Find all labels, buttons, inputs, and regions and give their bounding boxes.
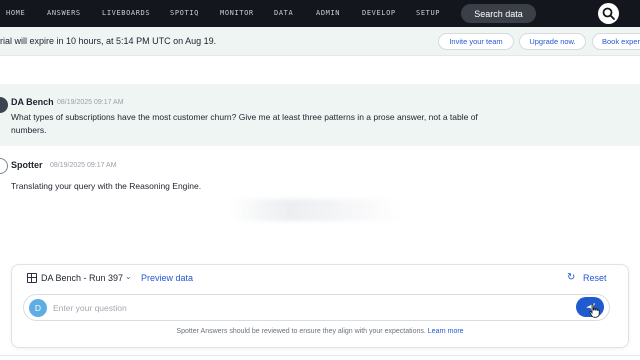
nav-item-liveboards[interactable]: LIVEBOARDS xyxy=(102,9,150,17)
trial-banner: rial will expire in 10 hours, at 5:14 PM… xyxy=(0,27,640,56)
nav-item-answers[interactable]: ANSWERS xyxy=(47,9,81,17)
book-expert-button[interactable]: Book exper xyxy=(592,33,640,50)
disclaimer-text: Spotter Answers should be reviewed to en… xyxy=(0,328,640,335)
loading-shimmer xyxy=(228,199,403,221)
user-avatar: D xyxy=(29,299,47,317)
trial-expiry-text: rial will expire in 10 hours, at 5:14 PM… xyxy=(0,36,217,46)
divider xyxy=(0,355,640,356)
table-icon xyxy=(27,273,37,283)
nav-item-monitor[interactable]: MONITOR xyxy=(220,9,254,17)
nav-item-data[interactable]: DATA xyxy=(274,9,293,17)
nav-item-admin[interactable]: ADMIN xyxy=(316,9,340,17)
question-input[interactable] xyxy=(53,301,553,315)
user-author-name: DA Bench xyxy=(11,97,54,107)
spotter-author-name: Spotter xyxy=(11,160,43,170)
datasource-selector[interactable]: DA Bench - Run 397 xyxy=(41,273,123,283)
spotter-timestamp: 08/19/2025 09:17 AM xyxy=(50,162,117,169)
learn-more-link[interactable]: Learn more xyxy=(428,328,464,335)
nav-item-home[interactable]: HOME xyxy=(6,9,25,17)
disclaimer-message: Spotter Answers should be reviewed to en… xyxy=(176,328,426,335)
top-navigation-bar: HOME ANSWERS LIVEBOARDS SPOTIQ MONITOR D… xyxy=(0,0,640,27)
user-message-line-1: What types of subscriptions have the mos… xyxy=(11,112,478,122)
search-icon[interactable] xyxy=(598,3,619,24)
chevron-down-icon[interactable]: ⌄ xyxy=(125,272,132,281)
preview-data-link[interactable]: Preview data xyxy=(141,273,193,283)
upgrade-now-button[interactable]: Upgrade now. xyxy=(519,33,586,50)
nav-item-setup[interactable]: SETUP xyxy=(416,9,440,17)
user-message-line-2: numbers. xyxy=(11,125,47,135)
spotter-avatar xyxy=(0,158,8,174)
spotter-message-text: Translating your query with the Reasonin… xyxy=(11,181,202,191)
hand-cursor-icon xyxy=(589,304,600,318)
nav-item-develop[interactable]: DEVELOP xyxy=(362,9,396,17)
invite-team-button[interactable]: Invite your team xyxy=(438,33,514,50)
nav-item-spotiq[interactable]: SPOTIQ xyxy=(170,9,199,17)
search-data-button[interactable]: Search data xyxy=(461,4,536,23)
reset-button[interactable]: Reset xyxy=(583,273,607,283)
user-timestamp: 08/19/2025 09:17 AM xyxy=(57,99,124,106)
user-message-text: What types of subscriptions have the mos… xyxy=(11,111,631,137)
reset-icon[interactable]: ↻ xyxy=(567,272,575,283)
